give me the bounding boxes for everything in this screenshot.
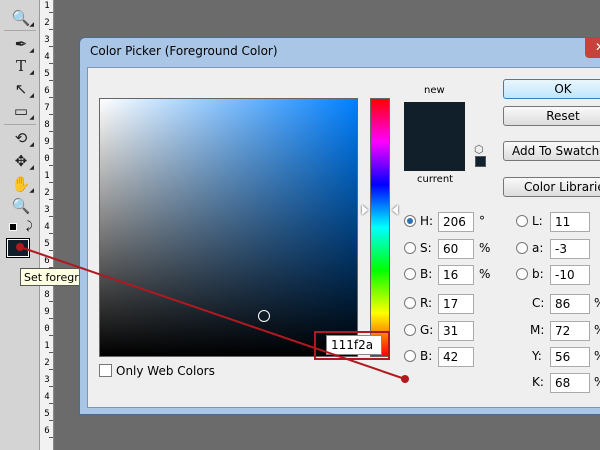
- annotation-start-dot: [16, 243, 24, 251]
- annotation-end-dot: [401, 375, 409, 383]
- annotation-overlay: [16, 243, 409, 383]
- annotation-line: [19, 246, 406, 380]
